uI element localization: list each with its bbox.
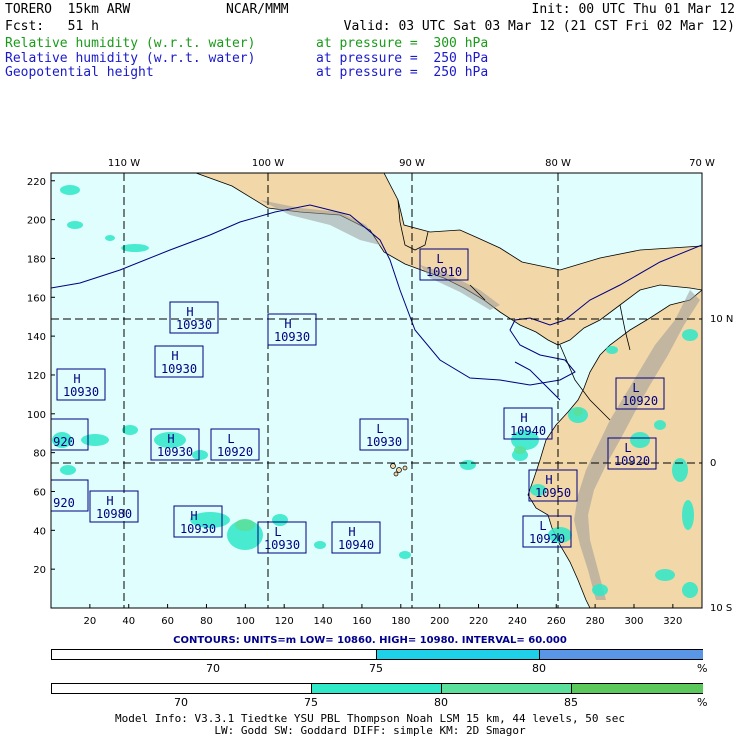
colorbar-300hpa-label-pct: % xyxy=(697,696,708,709)
x-tick-label: 320 xyxy=(663,616,682,627)
pressure-center-type: L xyxy=(376,422,383,436)
y-tick-label: 80 xyxy=(33,449,46,460)
pressure-center-type: H xyxy=(284,317,291,331)
x-tick-label: 100 xyxy=(236,616,255,627)
pressure-center-type: H xyxy=(520,411,527,425)
pressure-center-type: L xyxy=(436,252,443,266)
weather-map: L10910H10930 H10930H10930H10930L10930H109… xyxy=(27,158,733,627)
x-tick-label: 300 xyxy=(624,616,643,627)
y-tick-label: 140 xyxy=(27,332,46,343)
pressure-center-type: L xyxy=(624,441,631,455)
pressure-center-type: H xyxy=(171,349,178,363)
x-tick-label: 280 xyxy=(586,616,605,627)
x-tick-label: 60 xyxy=(161,616,174,627)
x-tick-label: 20 xyxy=(83,616,96,627)
pressure-center-value: 920 xyxy=(53,496,75,510)
pressure-center-value: 10940 xyxy=(510,424,546,438)
contour-info: CONTOURS: UNITS=m LOW= 10860. HIGH= 1098… xyxy=(173,635,567,646)
pressure-center-type: H xyxy=(186,305,193,319)
pressure-center-value: 10950 xyxy=(535,486,571,500)
pressure-center-type: H xyxy=(106,494,113,508)
pressure-center-value: 10930 xyxy=(161,362,197,376)
pressure-center-value: 10930 xyxy=(366,435,402,449)
colorbar-250hpa-seg-2 xyxy=(376,650,540,659)
y-tick-label: 160 xyxy=(27,293,46,304)
pressure-center-type: H xyxy=(190,509,197,523)
pressure-center-value: 10930 xyxy=(63,385,99,399)
pressure-center-value: 920 xyxy=(53,435,75,449)
y-tick-label: 200 xyxy=(27,216,46,227)
colorbar-300hpa-label-85: 85 xyxy=(564,696,578,709)
y-tick-label: 100 xyxy=(27,410,46,421)
colorbar-250hpa-label-75: 75 xyxy=(369,662,383,675)
pressure-center-type: H xyxy=(348,525,355,539)
y-tick-label: 120 xyxy=(27,371,46,382)
pressure-center-value: 10920 xyxy=(614,454,650,468)
x-tick-label: 160 xyxy=(352,616,371,627)
pressure-center-type: L xyxy=(227,432,234,446)
colorbar-300hpa-seg-3 xyxy=(441,684,572,693)
pressure-center-value: 10930 xyxy=(157,445,193,459)
pressure-center-value: 10920 xyxy=(529,532,565,546)
y-tick-label: 220 xyxy=(27,177,46,188)
x-tick-label: 80 xyxy=(200,616,213,627)
x-tick-label: 240 xyxy=(508,616,527,627)
pressure-center-value: 10920 xyxy=(622,394,658,408)
x-tick-label: 200 xyxy=(430,616,449,627)
colorbar-250hpa xyxy=(51,649,703,660)
pressure-center-value: 10930 xyxy=(264,538,300,552)
colorbar-250hpa-label-pct: % xyxy=(697,662,708,675)
colorbar-300hpa-label-70: 70 xyxy=(174,696,188,709)
x-tick-label: 120 xyxy=(275,616,294,627)
pressure-center-value: 10980 xyxy=(96,507,132,521)
pressure-center-type: H xyxy=(545,473,552,487)
colorbar-250hpa-seg-3 xyxy=(539,650,703,659)
lon-label: 80 W xyxy=(545,158,571,169)
pressure-center-type: L xyxy=(632,381,639,395)
pressure-center-value: 10930 xyxy=(274,330,310,344)
pressure-center-type: L xyxy=(539,519,546,533)
lat-label: 10 N xyxy=(710,314,733,325)
colorbar-250hpa-label-70: 70 xyxy=(206,662,220,675)
pressure-center-value: 10920 xyxy=(217,445,253,459)
lon-label: 100 W xyxy=(252,158,284,169)
lat-label: 0 xyxy=(710,458,716,469)
pressure-center-value: 10930 xyxy=(180,522,216,536)
colorbar-300hpa-seg-4 xyxy=(571,684,703,693)
colorbar-300hpa-label-80: 80 xyxy=(434,696,448,709)
model-physics: LW: Godd SW: Goddard DIFF: simple KM: 2D… xyxy=(214,724,526,737)
colorbar-300hpa xyxy=(51,683,703,694)
pressure-center-type: L xyxy=(274,525,281,539)
lon-label: 110 W xyxy=(108,158,140,169)
pressure-center-value: 10930 xyxy=(176,318,212,332)
y-tick-label: 180 xyxy=(27,254,46,265)
colorbar-250hpa-seg-1 xyxy=(52,650,376,659)
y-tick-label: 40 xyxy=(33,526,46,537)
colorbar-300hpa-seg-2 xyxy=(311,684,442,693)
colorbar-300hpa-seg-1 xyxy=(52,684,311,693)
pressure-center-value: 10940 xyxy=(338,538,374,552)
colorbar-250hpa-label-80: 80 xyxy=(532,662,546,675)
pressure-center-type: H xyxy=(73,372,80,386)
colorbar-300hpa-label-75: 75 xyxy=(304,696,318,709)
lon-label: 90 W xyxy=(399,158,425,169)
pressure-center-value: 10910 xyxy=(426,265,462,279)
x-tick-label: 220 xyxy=(469,616,488,627)
y-tick-label: 60 xyxy=(33,487,46,498)
x-tick-label: 260 xyxy=(547,616,566,627)
x-tick-label: 40 xyxy=(122,616,135,627)
y-tick-label: 20 xyxy=(33,565,46,576)
x-tick-label: 140 xyxy=(314,616,333,627)
lat-label: 10 S xyxy=(710,603,732,614)
lon-label: 70 W xyxy=(689,158,715,169)
pressure-center-type: H xyxy=(167,432,174,446)
x-tick-label: 180 xyxy=(391,616,410,627)
